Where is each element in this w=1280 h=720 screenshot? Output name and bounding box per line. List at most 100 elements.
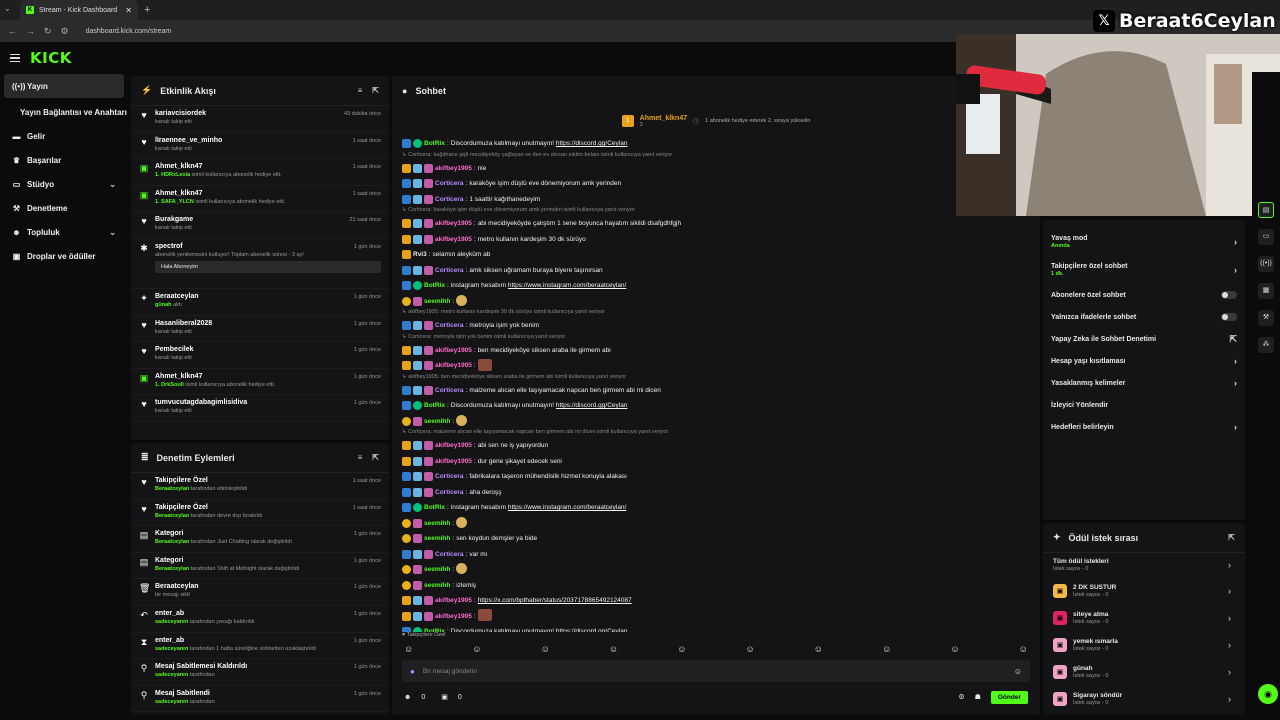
feed-user[interactable]: Mesaj Sabitlendi <box>155 690 381 697</box>
chat-username[interactable]: seemihh <box>424 535 450 542</box>
feed-user[interactable]: enter_ab <box>155 610 381 617</box>
sidebar-item-yayin[interactable]: ((•)) Yayın <box>4 74 124 98</box>
feed-user[interactable]: Ahmet_klkn47 <box>155 373 381 380</box>
chat-username[interactable]: akifbey1905 <box>435 442 472 449</box>
reward-row[interactable]: ▣ siteye atma İstek sayısı - 0 › <box>1043 604 1245 631</box>
emote-icon[interactable]: ☺ <box>814 644 823 658</box>
chat-username[interactable]: akifbey1905 <box>435 613 472 620</box>
chat-setting-row[interactable]: Hesap yaşı kısıtlaması › <box>1043 350 1245 372</box>
rail-apps-icon[interactable]: ⁂ <box>1258 337 1274 353</box>
chat-username[interactable]: BotRix <box>424 402 445 409</box>
chat-username[interactable]: Corticera <box>435 196 464 203</box>
emote-icon[interactable]: ☺ <box>950 644 959 658</box>
support-chat-icon[interactable]: ◉ <box>1258 684 1278 704</box>
feed-user[interactable]: Kategori <box>155 557 381 564</box>
rail-dashboard-icon[interactable]: ▦ <box>1258 283 1274 299</box>
chat-link[interactable]: https://discord.gg/Ceylan <box>556 628 628 632</box>
feed-user[interactable]: Beraatceylan <box>155 583 381 590</box>
feed-sub-user[interactable]: sadeceyaren <box>155 672 188 678</box>
settings-gear-icon[interactable]: ⚙ <box>958 693 964 701</box>
chat-username[interactable]: akifbey1905 <box>435 236 472 243</box>
feed-sub-user[interactable]: Beraatceylan <box>155 566 189 572</box>
chat-input-box[interactable]: ● Bir mesaj gönderin ☺ <box>402 660 1030 682</box>
chat-link[interactable]: https://x.com/bpthaber/status/2037178865… <box>478 597 632 604</box>
reward-row[interactable]: ▣ günah İstek sayısı - 0 › <box>1043 658 1245 685</box>
chat-username[interactable]: BotRix <box>424 282 445 289</box>
feed-sub-user[interactable]: 1. SAFA_YLCN <box>155 199 194 205</box>
tab-menu-icon[interactable]: ⌄ <box>4 4 11 13</box>
reward-row[interactable]: ▣ 2 DK SUSTUR İstek sayısı - 0 › <box>1043 577 1245 604</box>
emote-icon[interactable]: ☺ <box>472 644 481 658</box>
reload-icon[interactable]: ↻ <box>44 26 52 37</box>
chat-username[interactable]: Corticera <box>435 473 464 480</box>
chat-link[interactable]: https://www.instagram.com/beraatceylan/ <box>508 504 627 511</box>
popout-icon[interactable]: ⇱ <box>372 86 379 95</box>
feed-user[interactable]: Mesaj Sabitlemesi Kaldırıldı <box>155 663 381 670</box>
people-icon[interactable]: ☗ <box>975 693 981 701</box>
feed-sub-user[interactable]: 1. DrkSoull <box>155 382 184 388</box>
feed-sub-user[interactable]: sadeceyaren <box>155 699 188 705</box>
feed-sub-user[interactable]: günah <box>155 302 172 308</box>
feed-user[interactable]: enter_ab <box>155 637 381 644</box>
chat-username[interactable]: akifbey1905 <box>435 165 472 172</box>
close-tab-icon[interactable]: ✕ <box>125 6 132 15</box>
feed-sub-user[interactable]: 1. HDRxLexia <box>155 172 190 178</box>
chat-setting-row[interactable]: Hedefleri belirleyin › <box>1043 416 1245 438</box>
chat-username[interactable]: seemihh <box>424 418 450 425</box>
chat-username[interactable]: seemihh <box>424 566 450 573</box>
emote-icon[interactable]: ☺ <box>745 644 754 658</box>
toggle-switch[interactable] <box>1221 313 1237 321</box>
send-button[interactable]: Gönder <box>990 690 1028 704</box>
chat-username[interactable]: akifbey1905 <box>435 458 472 465</box>
microphone-icon[interactable]: ● <box>410 667 415 676</box>
menu-icon[interactable] <box>10 53 20 63</box>
emote-icon[interactable]: ☺ <box>1019 644 1028 658</box>
site-info-icon[interactable]: ⚙ <box>61 26 69 37</box>
chat-setting-row[interactable]: Yapay Zeka ile Sohbet Denetimi ⇱ <box>1043 328 1245 350</box>
chat-setting-row[interactable]: İzleyici Yönlendir <box>1043 394 1245 416</box>
feed-user[interactable]: Ahmet_klkn47 <box>155 190 381 197</box>
feed-sub-user[interactable]: Beraatceylan <box>155 513 189 519</box>
chat-link[interactable]: https://discord.gg/Ceylan <box>556 140 628 147</box>
emote-icon[interactable]: ☺ <box>404 644 413 658</box>
feed-sub-user[interactable]: sadeceyaren <box>155 646 188 652</box>
feed-user[interactable]: spectrof <box>155 243 381 250</box>
chat-username[interactable]: Corticera <box>435 387 464 394</box>
chat-setting-row[interactable]: Abonelere özel sohbet <box>1043 284 1245 306</box>
toggle-switch[interactable] <box>1221 291 1237 299</box>
sidebar-item-droplar[interactable]: ▣ Droplar ve ödüller <box>0 244 128 268</box>
feed-user[interactable]: Kategori <box>155 530 381 537</box>
forward-icon[interactable]: → <box>26 26 35 36</box>
chat-username[interactable]: Corticera <box>435 180 464 187</box>
gift-leader-name[interactable]: Ahmet_klkn47 <box>640 115 687 122</box>
emote-icon[interactable]: ☺ <box>609 644 618 658</box>
chat-setting-row[interactable]: Yalnızca ifadelerle sohbet <box>1043 306 1245 328</box>
feed-user[interactable]: Takipçilere Özel <box>155 477 381 484</box>
chat-username[interactable]: seemihh <box>424 298 450 305</box>
reward-row[interactable]: ▣ Sigarayı söndür İstek sayısı - 0 › <box>1043 685 1245 712</box>
feed-sub-user[interactable]: Beraatceylan <box>155 539 189 545</box>
reward-row[interactable]: ▣ yemek ısmarla İstek sayısı - 0 › <box>1043 631 1245 658</box>
chat-username[interactable]: Rvi3 <box>413 251 427 258</box>
rail-broadcast-icon[interactable]: ((•)) <box>1258 256 1274 272</box>
feed-user[interactable]: Beraatceylan <box>155 293 381 300</box>
chat-username[interactable]: akifbey1905 <box>435 597 472 604</box>
chat-username[interactable]: akifbey1905 <box>435 220 472 227</box>
chat-setting-row[interactable]: Yasaklanmış kelimeler › <box>1043 372 1245 394</box>
chat-username[interactable]: BotRix <box>424 140 445 147</box>
rail-chat-icon[interactable]: ▤ <box>1258 202 1274 218</box>
feed-user[interactable]: Burakgame <box>155 216 381 223</box>
chat-username[interactable]: Corticera <box>435 489 464 496</box>
emote-icon[interactable]: ☺ <box>541 644 550 658</box>
sidebar-item-gelir[interactable]: ▬ Gelir <box>0 124 128 148</box>
chat-username[interactable]: akifbey1905 <box>435 347 472 354</box>
filter-icon[interactable]: ≡ <box>358 86 363 95</box>
feed-sub-user[interactable]: Beraatceylan <box>155 486 189 492</box>
filter-icon[interactable]: ≡ <box>358 453 363 462</box>
chat-username[interactable]: Corticera <box>435 267 464 274</box>
chat-link[interactable]: https://discord.gg/Ceylan <box>556 402 628 409</box>
url-field[interactable]: dashboard.kick.com/stream <box>86 28 172 35</box>
chat-username[interactable]: Corticera <box>435 551 464 558</box>
back-icon[interactable]: ← <box>8 26 17 36</box>
emoji-icon[interactable]: ☺ <box>1014 667 1022 676</box>
